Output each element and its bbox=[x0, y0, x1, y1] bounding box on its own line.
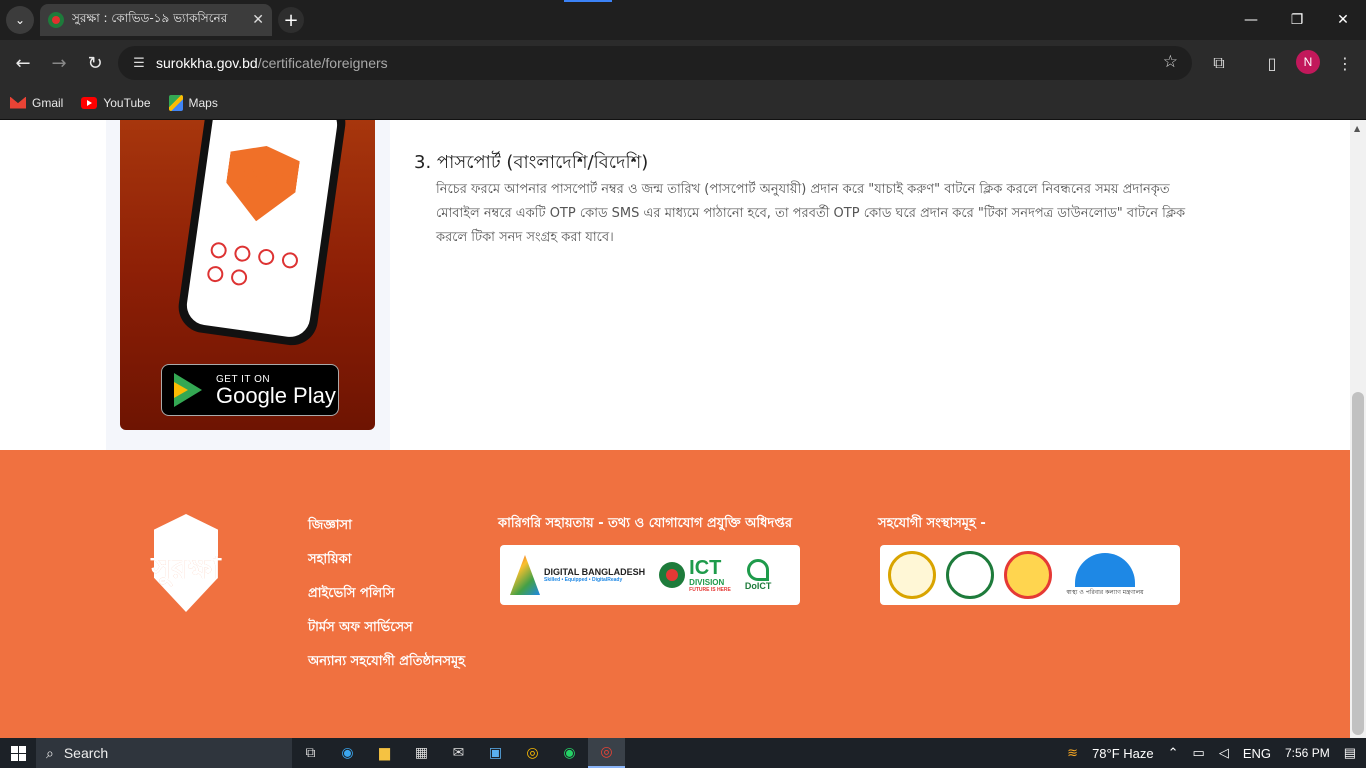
clock-time[interactable]: 7:56 PM bbox=[1285, 746, 1330, 760]
google-play-icon bbox=[174, 373, 204, 407]
address-bar[interactable]: ☰ surokkha.gov.bd/certificate/foreigners… bbox=[118, 46, 1192, 80]
partner-orgs-heading: সহযোগী সংস্থাসমূহ - bbox=[878, 516, 986, 531]
profile-avatar[interactable]: N bbox=[1296, 50, 1320, 74]
browser-tab-active[interactable]: সুরক্ষা : কোভিড-১৯ ভ্যাকসিনের ✕ bbox=[40, 4, 272, 36]
partner-org-logos: স্বাস্থ্য ও পরিবার কল্যাণ মন্ত্রণালয় bbox=[880, 545, 1180, 605]
side-panel-icon[interactable]: ▯ bbox=[1257, 48, 1287, 78]
microsoft-store-icon[interactable]: ▦ bbox=[403, 738, 440, 768]
chrome-active-icon[interactable]: ◎ bbox=[588, 738, 625, 768]
app-promo-card: সুরক্ষা GET IT ON Google Play bbox=[120, 120, 375, 430]
doict-logo: DoICT bbox=[745, 559, 771, 591]
maximize-button[interactable]: ❐ bbox=[1274, 0, 1320, 40]
bookmark-maps[interactable]: Maps bbox=[168, 94, 218, 111]
footer-link-privacy[interactable]: প্রাইভেসি পলিসি bbox=[308, 584, 465, 604]
footer-link-faq[interactable]: জিজ্ঞাসা bbox=[308, 516, 465, 536]
chrome-icon[interactable]: ◎ bbox=[514, 738, 551, 768]
file-explorer-icon[interactable]: ▆ bbox=[366, 738, 403, 768]
scroll-up-arrow-icon[interactable]: ▲ bbox=[1354, 124, 1360, 133]
page-scrollbar[interactable]: ▲ bbox=[1350, 120, 1366, 738]
tab-drag-indicator bbox=[564, 0, 612, 2]
browser-titlebar: ⌄ সুরক্ষা : কোভিড-১৯ ভ্যাকসিনের ✕ + — ❐ … bbox=[0, 0, 1366, 40]
chrome-menu-kebab-icon[interactable]: ⋮ bbox=[1330, 48, 1360, 78]
url-text[interactable]: surokkha.gov.bd/certificate/foreigners bbox=[156, 55, 388, 71]
weather-icon[interactable]: ≋ bbox=[1067, 745, 1078, 761]
app-window-icon[interactable]: ▣ bbox=[477, 738, 514, 768]
site-settings-icon[interactable]: ☰ bbox=[128, 52, 150, 74]
ict-division-logo: ICT DIVISION FUTURE IS HERE bbox=[659, 558, 731, 593]
bookmark-star-icon[interactable]: ☆ bbox=[1163, 52, 1178, 72]
volume-icon[interactable]: ◁ bbox=[1219, 745, 1229, 761]
tech-support-heading: কারিগরি সহায়তায় - তথ্য ও যোগাযোগ প্রযু… bbox=[498, 516, 793, 531]
tray-chevron-up-icon[interactable]: ⌃ bbox=[1168, 745, 1179, 761]
extensions-puzzle-icon[interactable]: ⧉ bbox=[1204, 48, 1234, 78]
new-tab-button[interactable]: + bbox=[278, 7, 304, 33]
page-content: সুরক্ষা GET IT ON Google Play 3. পাসপোর্… bbox=[0, 120, 1350, 738]
bookmarks-bar: Gmail YouTube Maps bbox=[0, 86, 1366, 120]
system-tray: ≋ 78°F Haze ⌃ ▭ ◁ ENG 7:56 PM ▤ bbox=[1067, 745, 1366, 761]
minimize-button[interactable]: — bbox=[1228, 0, 1274, 40]
health-directorate-seal-icon bbox=[1004, 551, 1052, 599]
passport-section-body: নিচের ফরমে আপনার পাসপোর্ট নম্বর ও জন্ম ত… bbox=[436, 182, 1186, 245]
windows-logo-icon bbox=[10, 745, 26, 761]
weather-text[interactable]: 78°F Haze bbox=[1092, 746, 1154, 761]
footer-link-terms[interactable]: টার্মস অফ সার্ভিসেস bbox=[308, 618, 465, 638]
govt-bangladesh-seal-icon bbox=[946, 551, 994, 599]
tech-partner-logos: DIGITAL BANGLADESH Skilled • Equipped • … bbox=[500, 545, 800, 605]
mail-icon[interactable]: ✉ bbox=[440, 738, 477, 768]
footer-brand-text: সুরক্ষা bbox=[151, 551, 221, 586]
browser-toolbar: ← → ↻ ☰ surokkha.gov.bd/certificate/fore… bbox=[0, 40, 1366, 86]
language-indicator[interactable]: ENG bbox=[1243, 746, 1271, 761]
back-arrow-icon[interactable]: ← bbox=[8, 48, 38, 78]
tab-search-dropdown-icon[interactable]: ⌄ bbox=[6, 6, 34, 34]
taskbar-search-placeholder: Search bbox=[63, 745, 109, 761]
windows-taskbar: ⌕ Search ⧉ ◉ ▆ ▦ ✉ ▣ ◎ ◉ ◎ ≋ 78°F Haze ⌃… bbox=[0, 738, 1366, 768]
footer-links: জিজ্ঞাসা সহায়িকা প্রাইভেসি পলিসি টার্মস… bbox=[308, 516, 465, 672]
bangladesh-govt-favicon-icon bbox=[48, 12, 64, 28]
forward-arrow-icon[interactable]: → bbox=[44, 48, 74, 78]
footer-logo[interactable]: সুরক্ষা bbox=[126, 514, 246, 614]
scrollbar-thumb[interactable] bbox=[1352, 392, 1364, 735]
partner-logos-icon bbox=[206, 241, 301, 293]
search-icon: ⌕ bbox=[46, 744, 54, 761]
pm-office-seal-icon bbox=[888, 551, 936, 599]
whatsapp-icon[interactable]: ◉ bbox=[551, 738, 588, 768]
phone-mockup-image: সুরক্ষা bbox=[175, 120, 349, 349]
health-ministry-logo: স্বাস্থ্য ও পরিবার কল্যাণ মন্ত্রণালয় bbox=[1062, 552, 1148, 598]
passport-section-title: 3. পাসপোর্ট (বাংলাদেশি/বিদেশি) bbox=[414, 152, 649, 173]
youtube-icon bbox=[81, 96, 98, 109]
badge-google-play: Google Play bbox=[216, 382, 336, 408]
google-play-badge-button[interactable]: GET IT ON Google Play bbox=[161, 364, 339, 416]
network-icon[interactable]: ▭ bbox=[1193, 745, 1205, 761]
task-view-icon[interactable]: ⧉ bbox=[292, 738, 329, 768]
notifications-icon[interactable]: ▤ bbox=[1344, 745, 1356, 761]
bookmark-gmail[interactable]: Gmail bbox=[10, 96, 63, 110]
digital-bangladesh-logo: DIGITAL BANGLADESH Skilled • Equipped • … bbox=[510, 555, 645, 595]
edge-browser-icon[interactable]: ◉ bbox=[329, 738, 366, 768]
footer-link-partners[interactable]: অন্যান্য সহযোগী প্রতিষ্ঠানসমূহ bbox=[308, 652, 465, 672]
taskbar-search-box[interactable]: ⌕ Search bbox=[36, 738, 292, 768]
reload-icon[interactable]: ↻ bbox=[80, 48, 110, 78]
tab-title: সুরক্ষা : কোভিড-১৯ ভ্যাকসিনের bbox=[72, 11, 228, 25]
footer-link-help[interactable]: সহায়িকা bbox=[308, 550, 465, 570]
windows-start-button[interactable] bbox=[0, 738, 36, 768]
gmail-icon bbox=[10, 96, 26, 109]
tab-close-icon[interactable]: ✕ bbox=[252, 12, 264, 28]
maps-icon bbox=[168, 94, 183, 111]
site-footer: সুরক্ষা জিজ্ঞাসা সহায়িকা প্রাইভেসি পলিস… bbox=[0, 450, 1350, 738]
bookmark-youtube[interactable]: YouTube bbox=[81, 96, 151, 110]
close-window-button[interactable]: ✕ bbox=[1320, 0, 1366, 40]
